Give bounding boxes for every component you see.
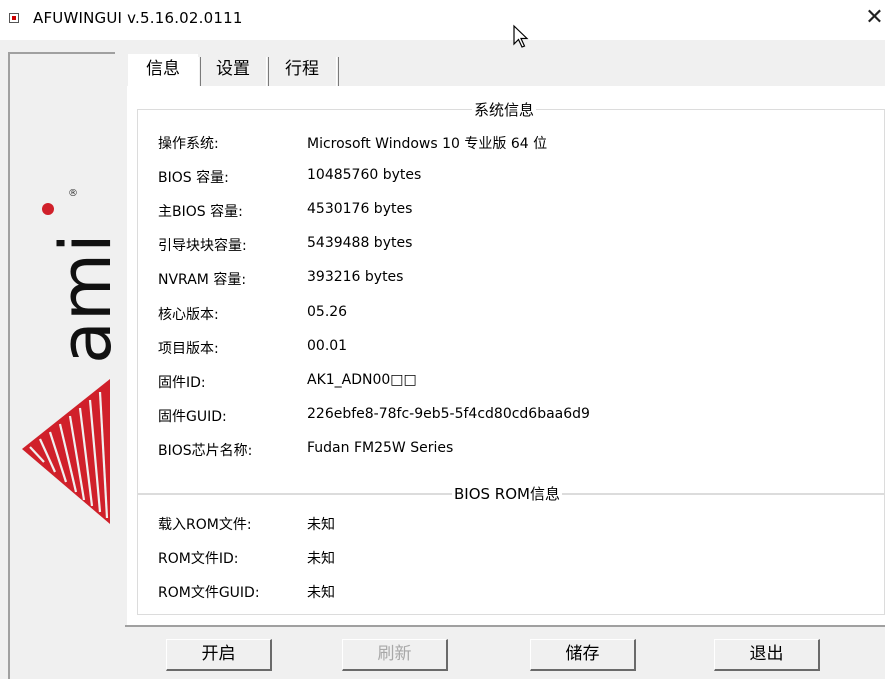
system-info-group: 系统信息 操作系统: Microsoft Windows 10 专业版 64 位…	[137, 99, 885, 495]
bios-chip-name-label: BIOS芯片名称:	[158, 443, 253, 459]
tab-schedule[interactable]: 行程	[268, 54, 336, 88]
logo-wordmark: ami	[45, 233, 115, 364]
tab-settings[interactable]: 设置	[200, 54, 266, 88]
rom-id-label: ROM文件ID:	[158, 551, 239, 567]
loaded-rom-value: 未知	[307, 517, 335, 533]
firmware-guid-value: 226ebfe8-78fc-9eb5-5f4cd80cd6baa6d9	[307, 406, 590, 422]
save-button[interactable]: 储存	[530, 639, 636, 671]
close-button[interactable]: ✕	[864, 5, 885, 33]
rom-id-value: 未知	[307, 551, 335, 567]
nvram-size-label: NVRAM 容量:	[158, 272, 247, 288]
exit-button[interactable]: 退出	[714, 639, 820, 671]
logo-dot	[42, 203, 54, 215]
bottom-divider	[125, 625, 885, 627]
core-version-value: 05.26	[307, 304, 348, 320]
main-bios-size-value: 4530176 bytes	[307, 201, 413, 217]
rom-info-title: BIOS ROM信息	[452, 483, 562, 504]
tab-separator	[336, 57, 339, 87]
ami-logo: ami ®	[22, 188, 115, 524]
nvram-size-value: 393216 bytes	[307, 269, 404, 285]
refresh-button[interactable]: 刷新	[342, 639, 448, 671]
os-label: 操作系统:	[158, 136, 219, 152]
start-button[interactable]: 开启	[166, 639, 272, 671]
firmware-id-value: AK1_ADN00□□	[307, 372, 417, 388]
main-bios-size-label: 主BIOS 容量:	[158, 204, 243, 220]
tab-info[interactable]: 信息	[128, 54, 198, 88]
registered-mark: ®	[68, 188, 78, 199]
rom-guid-label: ROM文件GUID:	[158, 585, 260, 601]
os-value: Microsoft Windows 10 专业版 64 位	[307, 136, 548, 152]
bios-size-value: 10485760 bytes	[307, 167, 422, 183]
project-version-label: 项目版本:	[158, 341, 219, 357]
rom-info-group: BIOS ROM信息 载入ROM文件: 未知 ROM文件ID: 未知 ROM文件…	[137, 483, 885, 615]
app-icon[interactable]	[9, 13, 19, 23]
firmware-id-label: 固件ID:	[158, 375, 206, 391]
firmware-guid-label: 固件GUID:	[158, 409, 227, 425]
system-info-title: 系统信息	[472, 99, 537, 120]
logo-panel: ami ®	[8, 52, 115, 679]
bios-chip-name-value: Fudan FM25W Series	[307, 440, 454, 456]
bios-size-label: BIOS 容量:	[158, 170, 229, 186]
boot-block-size-value: 5439488 bytes	[307, 235, 413, 251]
info-panel: 系统信息 操作系统: Microsoft Windows 10 专业版 64 位…	[127, 86, 885, 626]
core-version-label: 核心版本:	[158, 307, 219, 323]
mouse-cursor-icon	[513, 24, 529, 48]
window-title: AFUWINGUI v.5.16.02.0111	[33, 9, 243, 27]
title-bar: AFUWINGUI v.5.16.02.0111 ✕	[0, 0, 885, 40]
boot-block-size-label: 引导块块容量:	[158, 238, 247, 254]
project-version-value: 00.01	[307, 338, 348, 354]
loaded-rom-label: 载入ROM文件:	[158, 517, 252, 533]
rom-guid-value: 未知	[307, 585, 335, 601]
